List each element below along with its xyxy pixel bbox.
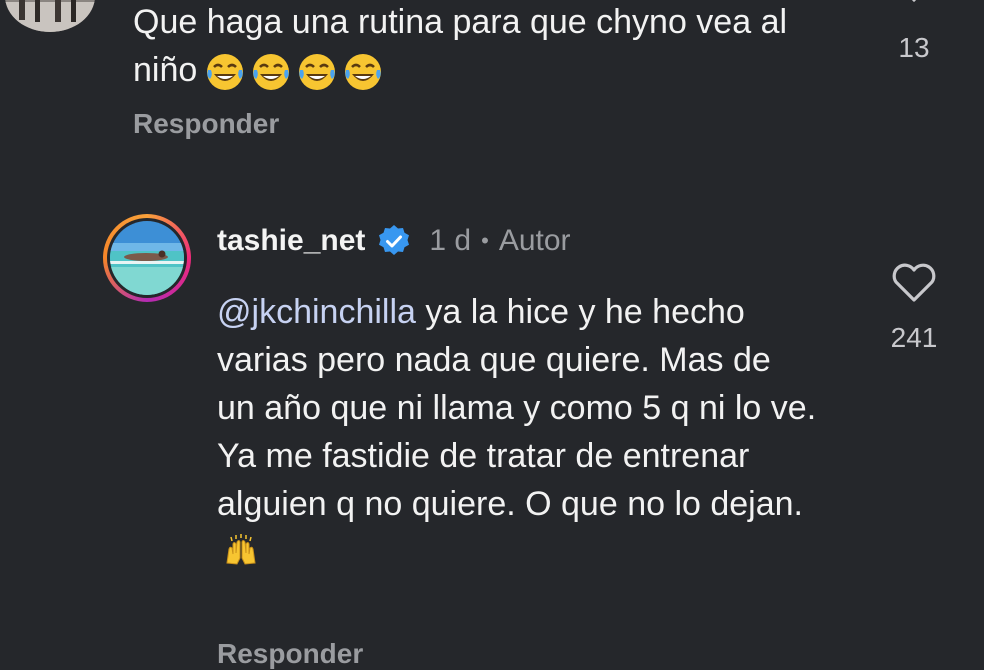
separator: •	[481, 228, 489, 253]
comment-text: @jkchinchilla ya la hice y he hecho vari…	[217, 288, 817, 576]
mention-link[interactable]: @jkchinchilla	[217, 293, 416, 331]
comment-text: Que haga una rutina para que chyno vea a…	[133, 0, 833, 94]
avatar-border	[107, 218, 187, 298]
reply-button[interactable]: Responder	[217, 638, 363, 670]
reply-button[interactable]: Responder	[133, 108, 279, 140]
avatar-story-ring[interactable]	[103, 214, 191, 302]
heart-icon[interactable]	[893, 0, 935, 4]
like-count: 13	[898, 32, 930, 63]
like-count: 241	[890, 322, 938, 353]
username-link[interactable]: tashie_net	[217, 224, 365, 258]
comment-item: tashie_net 1 d • Autor @jkchinchilla ya …	[0, 210, 984, 670]
avatar[interactable]	[5, 0, 95, 32]
raising-hands-emoji-icon	[226, 534, 256, 565]
heart-icon[interactable]	[890, 260, 938, 304]
joy-emoji-icon	[207, 54, 244, 91]
joy-emoji-icon	[253, 54, 290, 91]
verified-badge-icon	[379, 225, 410, 255]
joy-emoji-icon	[299, 54, 336, 91]
comment-header: tashie_net 1 d • Autor	[217, 224, 571, 258]
joy-emoji-icon	[345, 54, 382, 91]
avatar	[110, 221, 184, 295]
timestamp: 1 d	[429, 224, 472, 257]
comment-item: Que haga una rutina para que chyno vea a…	[0, 0, 984, 160]
author-label: Autor	[498, 224, 571, 257]
emoji-group	[205, 52, 383, 92]
